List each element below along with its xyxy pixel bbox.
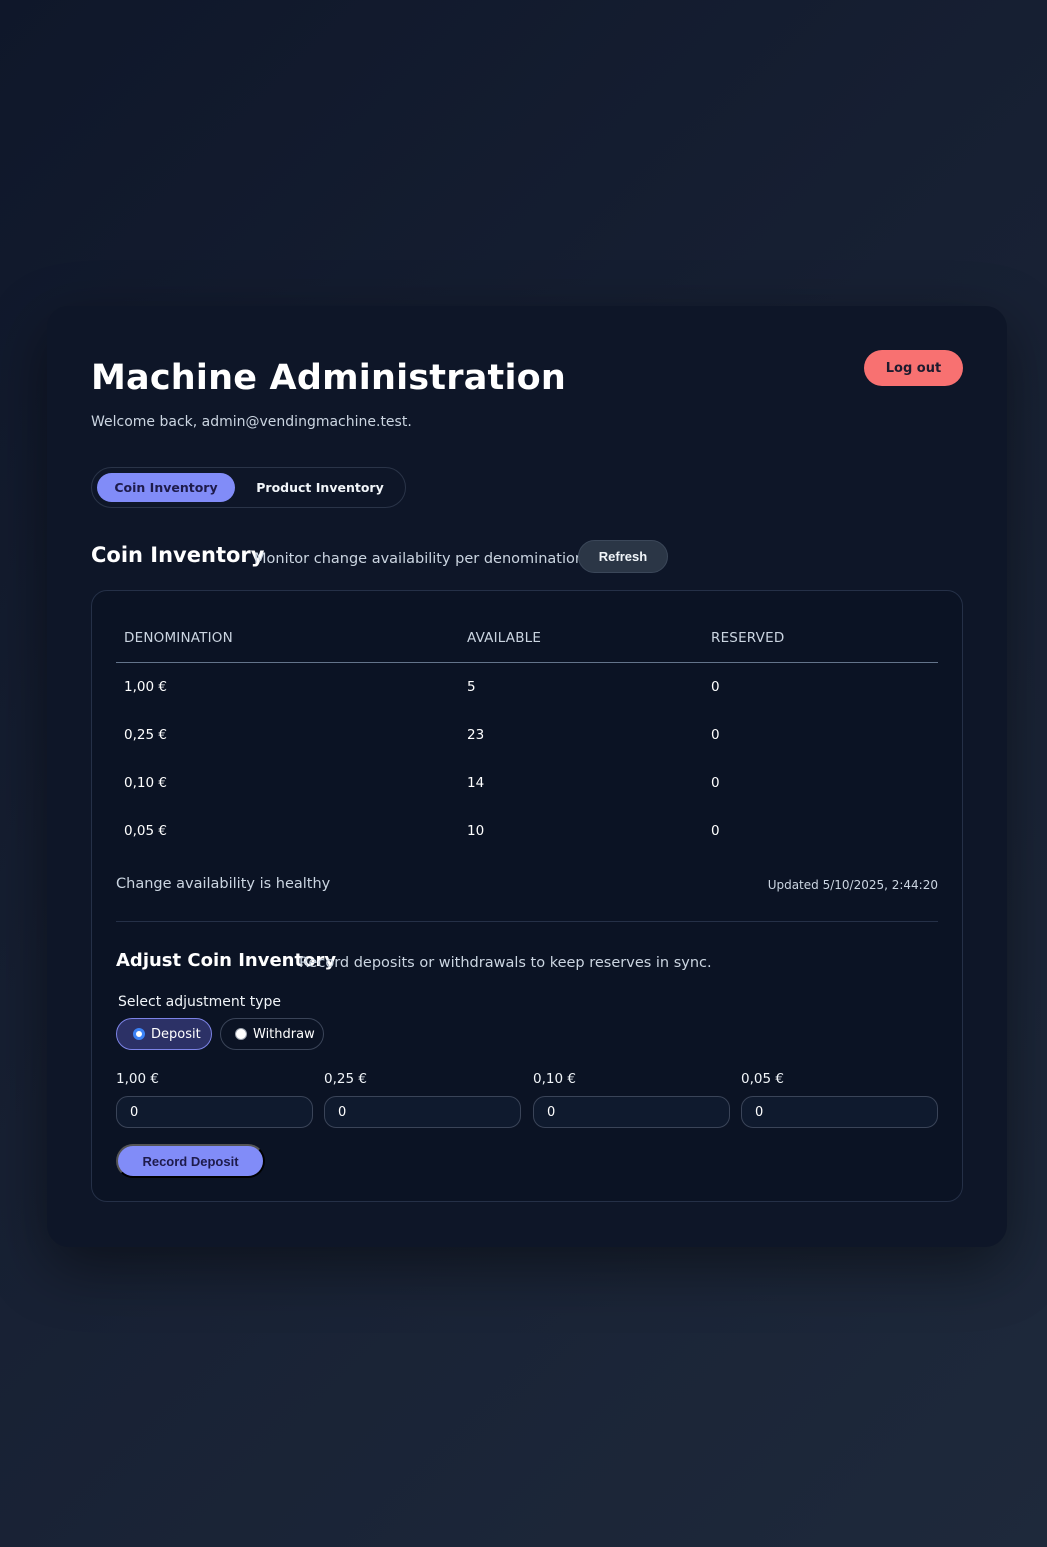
coin-input-label: 1,00 € — [116, 1071, 159, 1087]
tab-product-inventory[interactable]: Product Inventory — [242, 473, 398, 502]
cell-available: 5 — [467, 679, 476, 695]
logout-button[interactable]: Log out — [864, 350, 963, 386]
radio-unselected-icon[interactable] — [235, 1028, 247, 1040]
inventory-panel: DENOMINATION AVAILABLE RESERVED 1,00 € 5… — [91, 590, 963, 1202]
tab-coin-inventory[interactable]: Coin Inventory — [97, 473, 235, 502]
welcome-text: Welcome back, admin@vendingmachine.test. — [91, 414, 412, 430]
table-row: 0,25 € 23 0 — [92, 711, 962, 759]
tab-group: Coin Inventory Product Inventory — [91, 467, 406, 508]
radio-selected-icon[interactable] — [133, 1028, 145, 1040]
cell-denomination: 1,00 € — [124, 679, 167, 695]
withdraw-label: Withdraw — [253, 1026, 315, 1042]
column-header-reserved: RESERVED — [711, 630, 785, 646]
coin-input-label: 0,10 € — [533, 1071, 576, 1087]
section-title: Coin Inventory — [91, 543, 265, 567]
deposit-label: Deposit — [151, 1026, 201, 1042]
refresh-button[interactable]: Refresh — [578, 540, 668, 573]
section-divider — [116, 921, 938, 922]
cell-reserved: 0 — [711, 823, 720, 839]
adjustment-type-label: Select adjustment type — [118, 994, 281, 1010]
cell-reserved: 0 — [711, 727, 720, 743]
cell-reserved: 0 — [711, 775, 720, 791]
adjust-subtitle: Record deposits or withdrawals to keep r… — [299, 955, 712, 971]
page-title: Machine Administration — [91, 358, 567, 398]
cell-denomination: 0,25 € — [124, 727, 167, 743]
cell-available: 23 — [467, 727, 485, 743]
section-subtitle: Monitor change availability per denomina… — [254, 551, 589, 567]
column-header-available: AVAILABLE — [467, 630, 542, 646]
withdraw-radio-option[interactable]: Withdraw — [220, 1018, 324, 1050]
availability-status: Change availability is healthy — [116, 876, 331, 892]
cell-reserved: 0 — [711, 679, 720, 695]
cell-denomination: 0,10 € — [124, 775, 167, 791]
updated-timestamp: Updated 5/10/2025, 2:44:20 — [767, 878, 938, 892]
table-row: 1,00 € 5 0 — [92, 663, 962, 711]
cell-available: 14 — [467, 775, 485, 791]
cell-available: 10 — [467, 823, 485, 839]
coin-input-label: 0,25 € — [324, 1071, 367, 1087]
table-row: 0,10 € 14 0 — [92, 759, 962, 807]
record-deposit-button[interactable]: Record Deposit — [116, 1144, 265, 1178]
coin-input-0-05[interactable] — [741, 1096, 938, 1128]
admin-card: Machine Administration Welcome back, adm… — [47, 306, 1007, 1247]
column-header-denomination: DENOMINATION — [124, 630, 233, 646]
coin-input-0-10[interactable] — [533, 1096, 730, 1128]
cell-denomination: 0,05 € — [124, 823, 167, 839]
coin-input-label: 0,05 € — [741, 1071, 784, 1087]
coin-input-0-25[interactable] — [324, 1096, 521, 1128]
deposit-radio-option[interactable]: Deposit — [116, 1018, 212, 1050]
coin-input-1-00[interactable] — [116, 1096, 313, 1128]
table-row: 0,05 € 10 0 — [92, 807, 962, 855]
